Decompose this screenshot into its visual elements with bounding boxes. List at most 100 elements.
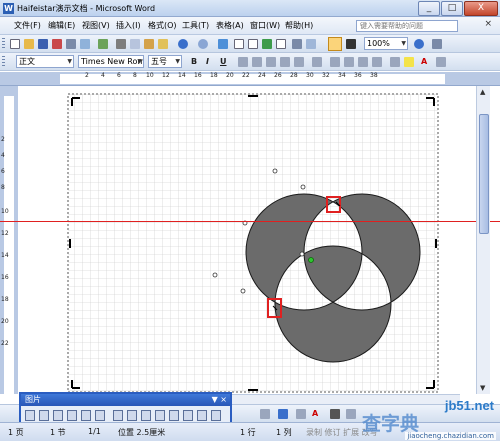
dash-style-icon[interactable] bbox=[330, 409, 340, 419]
redo-icon[interactable] bbox=[198, 39, 208, 49]
close-button[interactable]: X bbox=[464, 1, 498, 16]
selection-handle[interactable] bbox=[212, 272, 218, 278]
insert-table-icon[interactable] bbox=[248, 39, 258, 49]
selection-handle[interactable] bbox=[299, 251, 305, 257]
paste-icon[interactable] bbox=[144, 39, 154, 49]
align-left-icon[interactable] bbox=[238, 57, 248, 67]
line-style-icon[interactable] bbox=[296, 409, 306, 419]
style-select[interactable]: 正文 ▼ bbox=[16, 55, 74, 68]
drawing-icon[interactable] bbox=[292, 39, 302, 49]
fill-color-icon[interactable] bbox=[260, 409, 270, 419]
show-hide-icon[interactable] bbox=[346, 39, 356, 49]
maximize-button[interactable]: □ bbox=[441, 1, 463, 16]
crop-icon[interactable] bbox=[113, 410, 123, 421]
spelling-icon[interactable] bbox=[98, 39, 108, 49]
scroll-down-icon[interactable]: ▼ bbox=[480, 384, 485, 392]
menu-help[interactable]: 帮助(H) bbox=[285, 20, 313, 31]
selection-handle[interactable] bbox=[240, 288, 246, 294]
format-painter-icon[interactable] bbox=[158, 39, 168, 49]
menu-insert[interactable]: 插入(I) bbox=[116, 20, 141, 31]
permission-icon[interactable] bbox=[52, 39, 62, 49]
text-wrapping-icon[interactable] bbox=[169, 410, 179, 421]
menu-view[interactable]: 视图(V) bbox=[82, 20, 110, 31]
selection-handle[interactable] bbox=[272, 168, 278, 174]
copy-icon[interactable] bbox=[130, 39, 140, 49]
more-contrast-icon[interactable] bbox=[53, 410, 63, 421]
tables-icon[interactable] bbox=[234, 39, 244, 49]
set-transparent-icon[interactable] bbox=[197, 410, 207, 421]
options-icon[interactable] bbox=[436, 57, 446, 67]
toolbar-controls[interactable]: ▼ × bbox=[212, 394, 227, 406]
help-icon[interactable] bbox=[414, 39, 424, 49]
italic-button[interactable]: I bbox=[206, 57, 209, 66]
ruler-number: 8 bbox=[1, 184, 5, 191]
read-icon[interactable] bbox=[432, 39, 442, 49]
rotate-handle[interactable] bbox=[308, 257, 314, 263]
toolbar-grip[interactable] bbox=[2, 56, 5, 68]
highlight-icon[interactable] bbox=[404, 57, 414, 67]
document-page[interactable] bbox=[18, 86, 466, 394]
picture-toolbar[interactable]: 图片 ▼ × bbox=[19, 392, 232, 426]
font-color-button[interactable]: A bbox=[312, 409, 318, 418]
arrow-style-icon[interactable] bbox=[346, 409, 356, 419]
align-center-icon[interactable] bbox=[252, 57, 262, 67]
menu-tools[interactable]: 工具(T) bbox=[182, 20, 209, 31]
font-color-button[interactable]: A bbox=[421, 57, 427, 66]
horizontal-ruler[interactable]: 2 4 6 8 10 12 14 16 18 20 22 24 26 28 30… bbox=[0, 72, 500, 86]
font-select[interactable]: Times New Roman▼ bbox=[78, 55, 144, 68]
vertical-scrollbar[interactable]: ▲ ▼ bbox=[476, 86, 490, 394]
less-brightness-icon[interactable] bbox=[95, 410, 105, 421]
rotate-left-icon[interactable] bbox=[127, 410, 137, 421]
menu-edit[interactable]: 编辑(E) bbox=[48, 20, 75, 31]
increase-indent-icon[interactable] bbox=[372, 57, 382, 67]
font-size-select[interactable]: 五号 ▼ bbox=[148, 55, 182, 68]
line-style-icon[interactable] bbox=[141, 410, 151, 421]
help-search-input[interactable] bbox=[356, 20, 458, 32]
document-map-icon[interactable] bbox=[306, 39, 316, 49]
zoom-select[interactable]: 100% ▼ bbox=[364, 37, 408, 50]
align-right-icon[interactable] bbox=[266, 57, 276, 67]
print-icon[interactable] bbox=[66, 39, 76, 49]
less-contrast-icon[interactable] bbox=[67, 410, 77, 421]
excel-icon[interactable] bbox=[262, 39, 272, 49]
save-icon[interactable] bbox=[38, 39, 48, 49]
toolbar-grip[interactable] bbox=[2, 38, 5, 50]
new-icon[interactable] bbox=[10, 39, 20, 49]
word-app-icon[interactable]: W bbox=[3, 3, 14, 14]
numbering-icon[interactable] bbox=[330, 57, 340, 67]
more-brightness-icon[interactable] bbox=[81, 410, 91, 421]
compress-icon[interactable] bbox=[155, 410, 165, 421]
drawing-toggle-button[interactable] bbox=[328, 37, 342, 51]
undo-icon[interactable] bbox=[178, 39, 188, 49]
decrease-indent-icon[interactable] bbox=[358, 57, 368, 67]
menu-file[interactable]: 文件(F) bbox=[14, 20, 41, 31]
cut-icon[interactable] bbox=[116, 39, 126, 49]
format-picture-icon[interactable] bbox=[183, 410, 193, 421]
line-spacing-icon[interactable] bbox=[312, 57, 322, 67]
hyperlink-icon[interactable] bbox=[218, 39, 228, 49]
document-close-icon[interactable]: × bbox=[484, 19, 492, 29]
vertical-ruler[interactable]: 2 4 6 8 10 12 14 16 18 20 22 bbox=[0, 86, 18, 394]
columns-icon[interactable] bbox=[276, 39, 286, 49]
reset-picture-icon[interactable] bbox=[211, 410, 221, 421]
scroll-up-icon[interactable]: ▲ bbox=[480, 88, 485, 96]
menu-format[interactable]: 格式(O) bbox=[148, 20, 177, 31]
justify-icon[interactable] bbox=[280, 57, 290, 67]
distribute-icon[interactable] bbox=[294, 57, 304, 67]
scroll-thumb[interactable] bbox=[479, 114, 489, 234]
menu-window[interactable]: 窗口(W) bbox=[250, 20, 280, 31]
minimize-button[interactable]: _ bbox=[418, 1, 440, 16]
selection-handle[interactable] bbox=[300, 184, 306, 190]
preview-icon[interactable] bbox=[80, 39, 90, 49]
bullets-icon[interactable] bbox=[344, 57, 354, 67]
open-icon[interactable] bbox=[24, 39, 34, 49]
insert-picture-icon[interactable] bbox=[25, 410, 35, 421]
bold-button[interactable]: B bbox=[191, 57, 197, 66]
picture-toolbar-title[interactable]: 图片 ▼ × bbox=[21, 394, 230, 406]
line-color-icon[interactable] bbox=[278, 409, 288, 419]
border-icon[interactable] bbox=[390, 57, 400, 67]
drawing-canvas[interactable] bbox=[18, 86, 466, 394]
menu-table[interactable]: 表格(A) bbox=[216, 20, 244, 31]
underline-button[interactable]: U bbox=[220, 57, 227, 66]
color-icon[interactable] bbox=[39, 410, 49, 421]
